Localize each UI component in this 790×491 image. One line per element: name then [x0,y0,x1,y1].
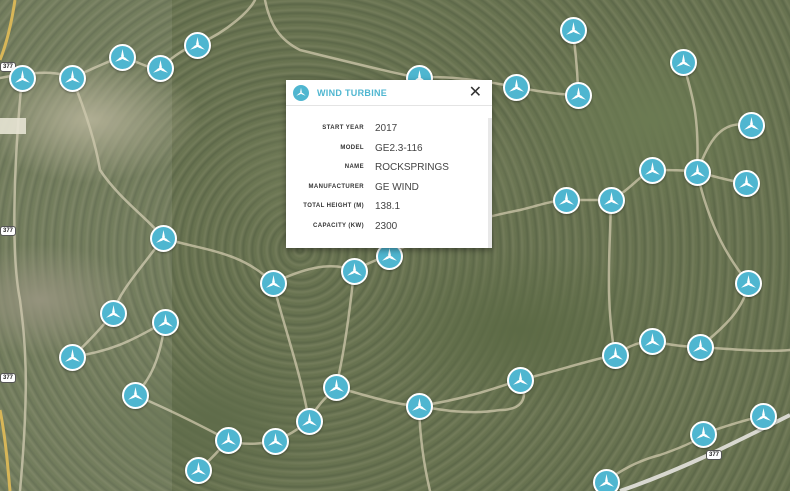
attribute-value: 2017 [375,123,398,135]
attribute-value: GE WIND [375,181,419,193]
wind-turbine-marker[interactable] [598,187,625,214]
wind-turbine-marker[interactable] [750,403,777,430]
attribute-row: TOTAL HEIGHT (M) 138.1 [286,197,492,217]
attribute-label: NAME [344,164,364,171]
attribute-row: MODEL GE2.3-116 [286,139,492,159]
wind-turbine-marker[interactable] [260,270,287,297]
wind-turbine-marker[interactable] [690,421,717,448]
popup-scrollbar[interactable] [488,118,492,248]
wind-turbine-marker[interactable] [341,258,368,285]
wind-turbine-marker[interactable] [109,44,136,71]
attribute-row: CAPACITY (KW) 2300 [286,217,492,237]
wind-turbine-marker[interactable] [670,49,697,76]
wind-turbine-marker[interactable] [406,393,433,420]
attribute-row: START YEAR 2017 [286,119,492,139]
wind-turbine-popup: WIND TURBINE ✕ START YEAR 2017 MODEL GE2.3-… [286,80,492,248]
highway-sign: 377 [0,226,17,236]
popup-attribute-table: START YEAR 2017 MODEL GE2.3-116 NAME ROCKSPRI… [286,106,492,236]
highway-sign: 377 [0,373,17,383]
wind-turbine-marker[interactable] [59,65,86,92]
wind-turbine-marker[interactable] [553,187,580,214]
close-icon[interactable]: ✕ [469,83,482,103]
attribute-label: START YEAR [322,125,364,132]
attribute-value: 138.1 [375,201,401,213]
wind-turbine-marker[interactable] [733,170,760,197]
wind-turbine-marker[interactable] [215,427,242,454]
wind-turbine-marker[interactable] [147,55,174,82]
attribute-row: MANUFACTURER GE WIND [286,178,492,198]
wind-turbine-marker[interactable] [122,382,149,409]
wind-turbine-marker[interactable] [323,374,350,401]
wind-turbine-marker[interactable] [59,344,86,371]
wind-turbine-marker[interactable] [687,334,714,361]
wind-turbine-marker[interactable] [639,328,666,355]
attribute-label: CAPACITY (KW) [313,222,364,229]
highway-sign: 377 [706,450,723,460]
wind-turbine-marker[interactable] [593,469,620,491]
wind-turbine-marker[interactable] [185,457,212,484]
attribute-value: ROCKSPRINGS [375,162,449,174]
popup-title: WIND TURBINE [317,87,388,98]
wind-turbine-marker[interactable] [684,159,711,186]
wind-turbine-marker[interactable] [100,300,127,327]
popup-header: WIND TURBINE [286,80,492,106]
wind-turbine-marker[interactable] [560,17,587,44]
wind-turbine-marker[interactable] [735,270,762,297]
wind-turbine-marker[interactable] [507,367,534,394]
attribute-label: MANUFACTURER [308,183,364,190]
wind-turbine-marker[interactable] [262,428,289,455]
wind-turbine-marker[interactable] [565,82,592,109]
wind-turbine-marker[interactable] [296,408,323,435]
wind-turbine-marker[interactable] [9,65,36,92]
wind-turbine-marker[interactable] [503,74,530,101]
attribute-row: NAME ROCKSPRINGS [286,158,492,178]
attribute-label: MODEL [340,144,364,151]
attribute-value: GE2.3-116 [375,142,423,154]
attribute-value: 2300 [375,220,398,232]
wind-turbine-marker[interactable] [150,225,177,252]
attribute-label: TOTAL HEIGHT (M) [303,203,364,210]
wind-turbine-marker[interactable] [602,342,629,369]
wind-turbine-marker[interactable] [152,309,179,336]
wind-turbine-marker[interactable] [639,157,666,184]
wind-turbine-marker[interactable] [184,32,211,59]
wind-turbine-marker[interactable] [738,112,765,139]
wind-turbine-icon [293,84,309,101]
